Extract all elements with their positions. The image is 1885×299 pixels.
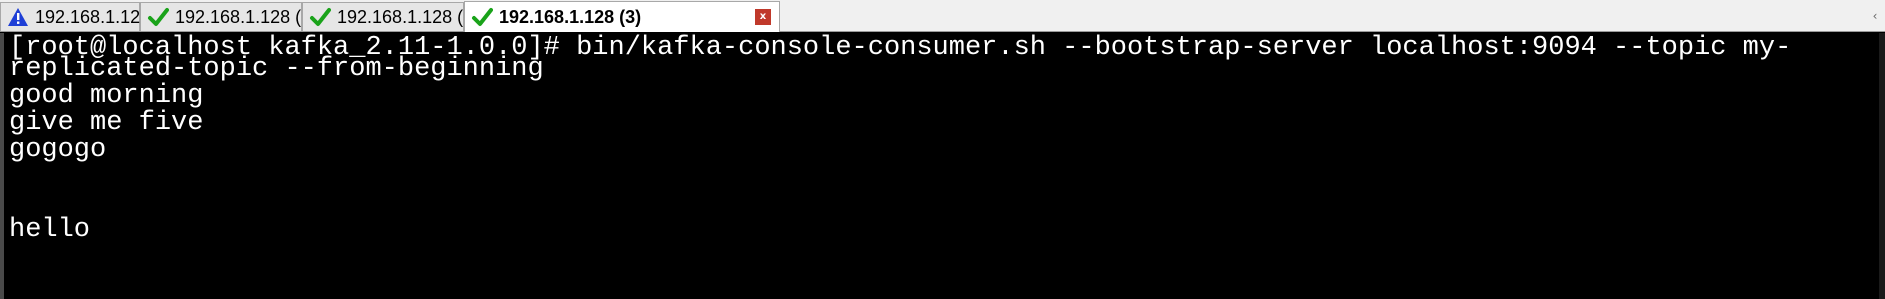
check-icon [309,6,331,28]
tab-session-0[interactable]: 192.168.1.128 [0,2,150,31]
tab-label: 192.168.1.128 (2) [337,6,480,27]
tab-label: 192.168.1.128 (3) [499,6,642,27]
warning-icon [7,6,29,28]
terminal-line: hello [9,215,91,245]
tab-session-1[interactable]: 192.168.1.128 (1) [140,2,317,31]
tab-label: 192.168.1.128 (1) [175,6,318,27]
close-tab-icon[interactable]: x [755,9,771,25]
tab-session-3[interactable]: 192.168.1.128 (3) x [464,1,780,32]
check-icon [471,6,493,28]
tab-session-2[interactable]: 192.168.1.128 (2) [302,2,479,31]
tab-bar: 192.168.1.128 192.168.1.128 (1) 192.168.… [0,0,1885,32]
tab-scroll-left-icon[interactable]: ‹ [1867,8,1883,24]
terminal-line: gogogo [9,135,107,165]
tab-label: 192.168.1.128 [35,6,151,27]
terminal-output[interactable]: [root@localhost kafka_2.11-1.0.0]# bin/k… [0,33,1885,299]
terminal-scrollbar[interactable] [1879,33,1885,299]
check-icon [147,6,169,28]
